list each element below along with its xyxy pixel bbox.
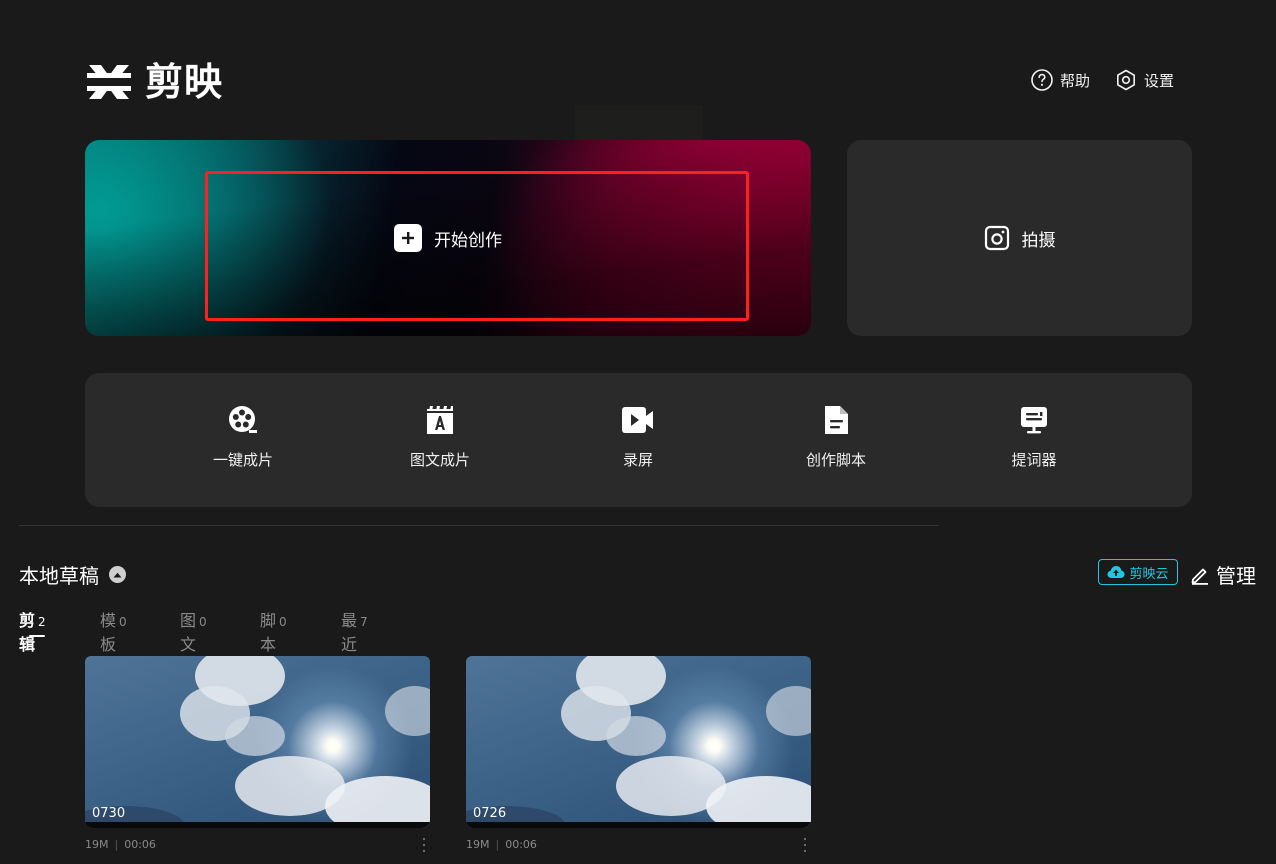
shoot-button[interactable]: 拍摄 [847,140,1192,336]
meta-separator: | [495,838,500,851]
collapse-toggle[interactable] [109,566,126,583]
header-actions: 帮助 设置 [1030,68,1174,92]
quick-tools-panel: 一键成片 图文成片 录屏 创作脚本 提词器 [85,373,1192,507]
caret-up-icon [113,572,122,577]
tab-label: 脚本 [260,611,277,654]
text-clapper-icon [423,403,457,437]
shoot-label: 拍摄 [1021,230,1056,251]
tool-label: 录屏 [622,451,653,469]
tab-template[interactable]: 模板 0 [100,607,127,655]
tab-edit[interactable]: 剪辑 2 [19,607,46,655]
start-creation-button[interactable]: 开始创作 [85,140,811,336]
draft-card[interactable]: 0730 19M | 00:06 [85,656,430,852]
thumb-cloud [766,686,811,736]
tool-label: 图文成片 [409,451,470,469]
draft-thumbnail: 0726 [466,656,811,828]
more-options-icon[interactable] [801,838,809,852]
thumb-cloud [225,716,285,756]
draft-duration: 00:06 [124,838,156,851]
help-label: 帮助 [1059,71,1090,90]
draft-meta: 19M | 00:06 [85,838,430,851]
tool-creation-script[interactable]: 创作脚本 [776,403,896,470]
local-drafts-header: 本地草稿 [19,560,126,589]
manage-button[interactable]: 管理 [1190,560,1256,589]
tool-label: 一键成片 [212,451,273,469]
tab-image-text[interactable]: 图文 0 [180,607,207,655]
screen-record-icon [621,403,655,437]
tool-teleprompter[interactable]: 提词器 [974,403,1094,470]
app-home: 剪映 帮助 设置 开始创作 拍摄 一键成片 图文成片 录屏 创作脚本 提词器 本… [0,0,1276,864]
meta-separator: | [114,838,119,851]
help-button[interactable]: 帮助 [1030,68,1090,92]
start-creation-label: 开始创作 [434,230,502,251]
camera-icon [984,225,1009,251]
draft-size: 19M [85,838,109,851]
tab-label: 剪辑 [19,611,36,654]
gear-icon [1116,69,1135,91]
teleprompter-icon [1017,403,1051,437]
draft-name: 0726 [473,806,507,821]
tab-count: 7 [360,615,368,629]
script-doc-icon [819,403,853,437]
cloud-drive-button[interactable]: 剪映云 [1098,559,1178,585]
manage-label: 管理 [1216,564,1256,588]
local-drafts-title: 本地草稿 [19,564,99,588]
tool-label: 提词器 [1011,451,1057,469]
thumb-cloud [385,686,430,736]
tool-label: 创作脚本 [805,451,866,469]
thumb-bottom-bar [85,822,430,828]
draft-meta: 19M | 00:06 [466,838,811,851]
settings-button[interactable]: 设置 [1114,68,1174,92]
thumb-cloud [606,716,666,756]
start-creation-content: 开始创作 [85,140,811,336]
draft-name: 0730 [92,806,126,821]
background-overlay [575,106,703,140]
more-options-icon[interactable] [420,838,428,852]
capcut-logo-icon [87,65,131,99]
active-tab-indicator [29,635,45,637]
cloud-upload-icon [1107,566,1125,578]
draft-size: 19M [466,838,490,851]
app-name: 剪映 [145,60,224,104]
tool-one-click-video[interactable]: 一键成片 [183,403,303,470]
plus-icon [394,224,422,252]
edit-pen-icon [1191,568,1208,585]
tab-script[interactable]: 脚本 0 [260,607,287,655]
tab-label: 模板 [100,611,117,654]
tab-count: 2 [38,615,46,629]
help-icon [1031,69,1053,91]
draft-duration: 00:06 [505,838,537,851]
draft-card[interactable]: 0726 19M | 00:06 [466,656,811,852]
tab-label: 图文 [180,611,197,654]
tab-count: 0 [199,615,207,629]
section-divider [19,525,939,526]
tool-screen-record[interactable]: 录屏 [578,403,698,470]
settings-label: 设置 [1143,71,1174,90]
cloud-label: 剪映云 [1129,566,1169,582]
tool-text-to-video[interactable]: 图文成片 [380,403,500,470]
tab-count: 0 [119,615,127,629]
film-reel-icon [226,403,260,437]
tab-count: 0 [279,615,287,629]
thumb-bottom-bar [466,822,811,828]
app-logo: 剪映 [85,60,223,104]
draft-thumbnail: 0730 [85,656,430,828]
